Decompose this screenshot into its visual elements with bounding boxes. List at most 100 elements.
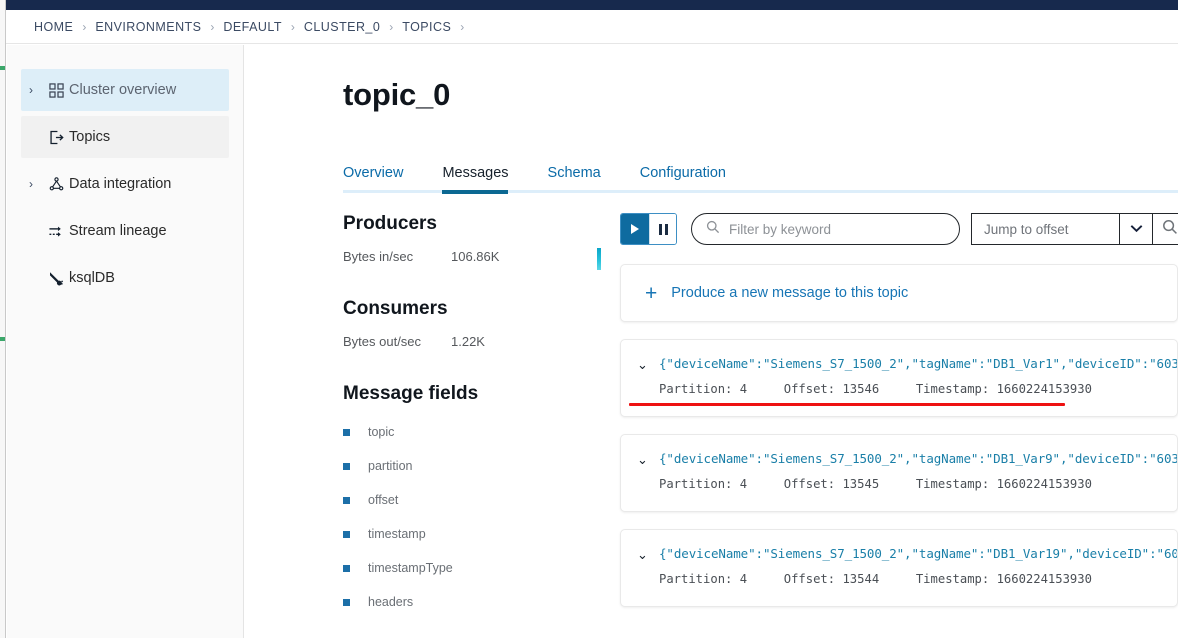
message-fields-heading: Message fields [343,383,593,405]
partition-label: Partition: [659,572,732,586]
sidebar-item-label: Topics [69,129,110,145]
pause-icon [659,224,668,235]
red-annotation-underline [629,403,1065,406]
offset-label: Offset: [784,382,835,396]
rail-marker [0,66,5,70]
breadcrumb-separator-icon: › [460,21,464,33]
expand-chevron-icon[interactable]: ⌄ [637,546,659,563]
sidebar-item-ksqldb[interactable]: › ksqlDB [21,257,229,299]
sidebar-item-topics[interactable]: › Topics [21,116,229,158]
top-navigation-bar [6,0,1178,10]
jump-to-offset-group [971,213,1178,245]
message-row[interactable]: ⌄ {"deviceName":"Siemens_S7_1500_2","tag… [620,339,1178,417]
jump-to-offset-input[interactable] [971,213,1119,245]
main-content: topic_0 Overview Messages Schema Configu… [245,45,1178,638]
expand-chevron-icon[interactable]: ⌄ [637,356,659,373]
tab-bar: Overview Messages Schema Configuration [343,159,1178,192]
offset-value: 13545 [842,477,879,491]
message-field-label: timestampType [368,561,453,575]
grid-icon [43,83,69,98]
jump-to-offset-search-button[interactable] [1153,213,1178,245]
sidebar: › Cluster overview › Topics › [7,45,244,638]
message-row[interactable]: ⌄ {"deviceName":"Siemens_S7_1500_2","tag… [620,434,1178,512]
connect-icon [43,177,69,192]
sidebar-item-label: Cluster overview [69,82,176,98]
partition-value: 4 [740,382,747,396]
offset-value: 13544 [842,572,879,586]
sidebar-item-cluster-overview[interactable]: › Cluster overview [21,69,229,111]
metrics-column: Producers Bytes in/sec 106.86K Consumers… [343,213,593,629]
produce-new-message-button[interactable]: + Produce a new message to this topic [620,264,1178,322]
timestamp-value: 1660224153930 [997,382,1092,396]
consumers-bytes-out-label: Bytes out/sec [343,334,451,349]
expand-chevron-icon[interactable]: ⌄ [637,451,659,468]
message-field-headers: headers [343,595,593,609]
play-button[interactable] [621,214,649,244]
partition-value: 4 [740,572,747,586]
bullet-icon [343,463,350,470]
message-field-label: timestamp [368,527,426,541]
jump-to-offset-dropdown-button[interactable] [1119,213,1153,245]
topics-icon [43,130,69,145]
consumers-bytes-out-row: Bytes out/sec 1.22K [343,334,593,349]
bullet-icon [343,565,350,572]
message-field-label: headers [368,595,413,609]
message-field-label: topic [368,425,394,439]
pause-button[interactable] [649,214,676,244]
sidebar-item-stream-lineage[interactable]: › Stream lineage [21,210,229,252]
bullet-icon [343,531,350,538]
consumers-bytes-out-value: 1.22K [451,334,485,349]
producers-bytes-in-label: Bytes in/sec [343,249,451,264]
filter-input[interactable] [729,222,959,237]
breadcrumb-separator-icon: › [82,21,86,33]
timestamp-label: Timestamp: [916,477,989,491]
breadcrumb-item-environments[interactable]: ENVIRONMENTS [95,20,201,34]
breadcrumb-item-cluster-0[interactable]: CLUSTER_0 [304,20,380,34]
producers-bytes-in-row: Bytes in/sec 106.86K [343,249,593,264]
breadcrumb: HOME › ENVIRONMENTS › DEFAULT › CLUSTER_… [6,10,1178,44]
filter-field[interactable] [691,213,960,245]
messages-panel: + Produce a new message to this topic ⌄ … [620,213,1178,638]
bullet-icon [343,599,350,606]
breadcrumb-item-default[interactable]: DEFAULT [223,20,282,34]
rail-marker [0,337,5,341]
timestamp-label: Timestamp: [916,572,989,586]
message-field-topic: topic [343,425,593,439]
active-tab-underline [442,190,508,194]
breadcrumb-item-home[interactable]: HOME [34,20,73,34]
breadcrumb-item-topics[interactable]: TOPICS [402,20,451,34]
chevron-right-icon: › [29,177,43,191]
sidebar-item-label: Stream lineage [69,223,167,239]
tab-configuration[interactable]: Configuration [640,165,726,187]
chevron-right-icon: › [29,83,43,97]
message-field-partition: partition [343,459,593,473]
sidebar-item-label: Data integration [69,176,171,192]
bytes-in-sparkline [597,248,601,270]
producers-heading: Producers [343,213,593,235]
ksqldb-icon [43,270,69,286]
message-row[interactable]: ⌄ {"deviceName":"Siemens_S7_1500_2","tag… [620,529,1178,607]
tab-schema[interactable]: Schema [548,165,601,187]
search-icon [706,220,720,239]
tab-overview[interactable]: Overview [343,165,403,187]
playback-controls [620,213,677,245]
message-metadata: Partition: 4 Offset: 13544 Timestamp: 16… [621,572,1177,586]
messages-toolbar [620,213,1178,245]
chevron-down-icon [1130,220,1143,238]
offset-label: Offset: [784,572,835,586]
left-scroll-rail[interactable] [0,0,6,638]
breadcrumb-separator-icon: › [210,21,214,33]
partition-label: Partition: [659,477,732,491]
sidebar-item-data-integration[interactable]: › Data integration [21,163,229,205]
message-field-label: partition [368,459,412,473]
message-field-timestamp: timestamp [343,527,593,541]
bullet-icon [343,429,350,436]
lineage-icon [43,224,69,239]
partition-value: 4 [740,477,747,491]
tab-messages[interactable]: Messages [442,165,508,187]
timestamp-value: 1660224153930 [997,477,1092,491]
breadcrumb-separator-icon: › [291,21,295,33]
message-field-label: offset [368,493,398,507]
message-metadata: Partition: 4 Offset: 13545 Timestamp: 16… [621,477,1177,491]
message-field-timestamptype: timestampType [343,561,593,575]
